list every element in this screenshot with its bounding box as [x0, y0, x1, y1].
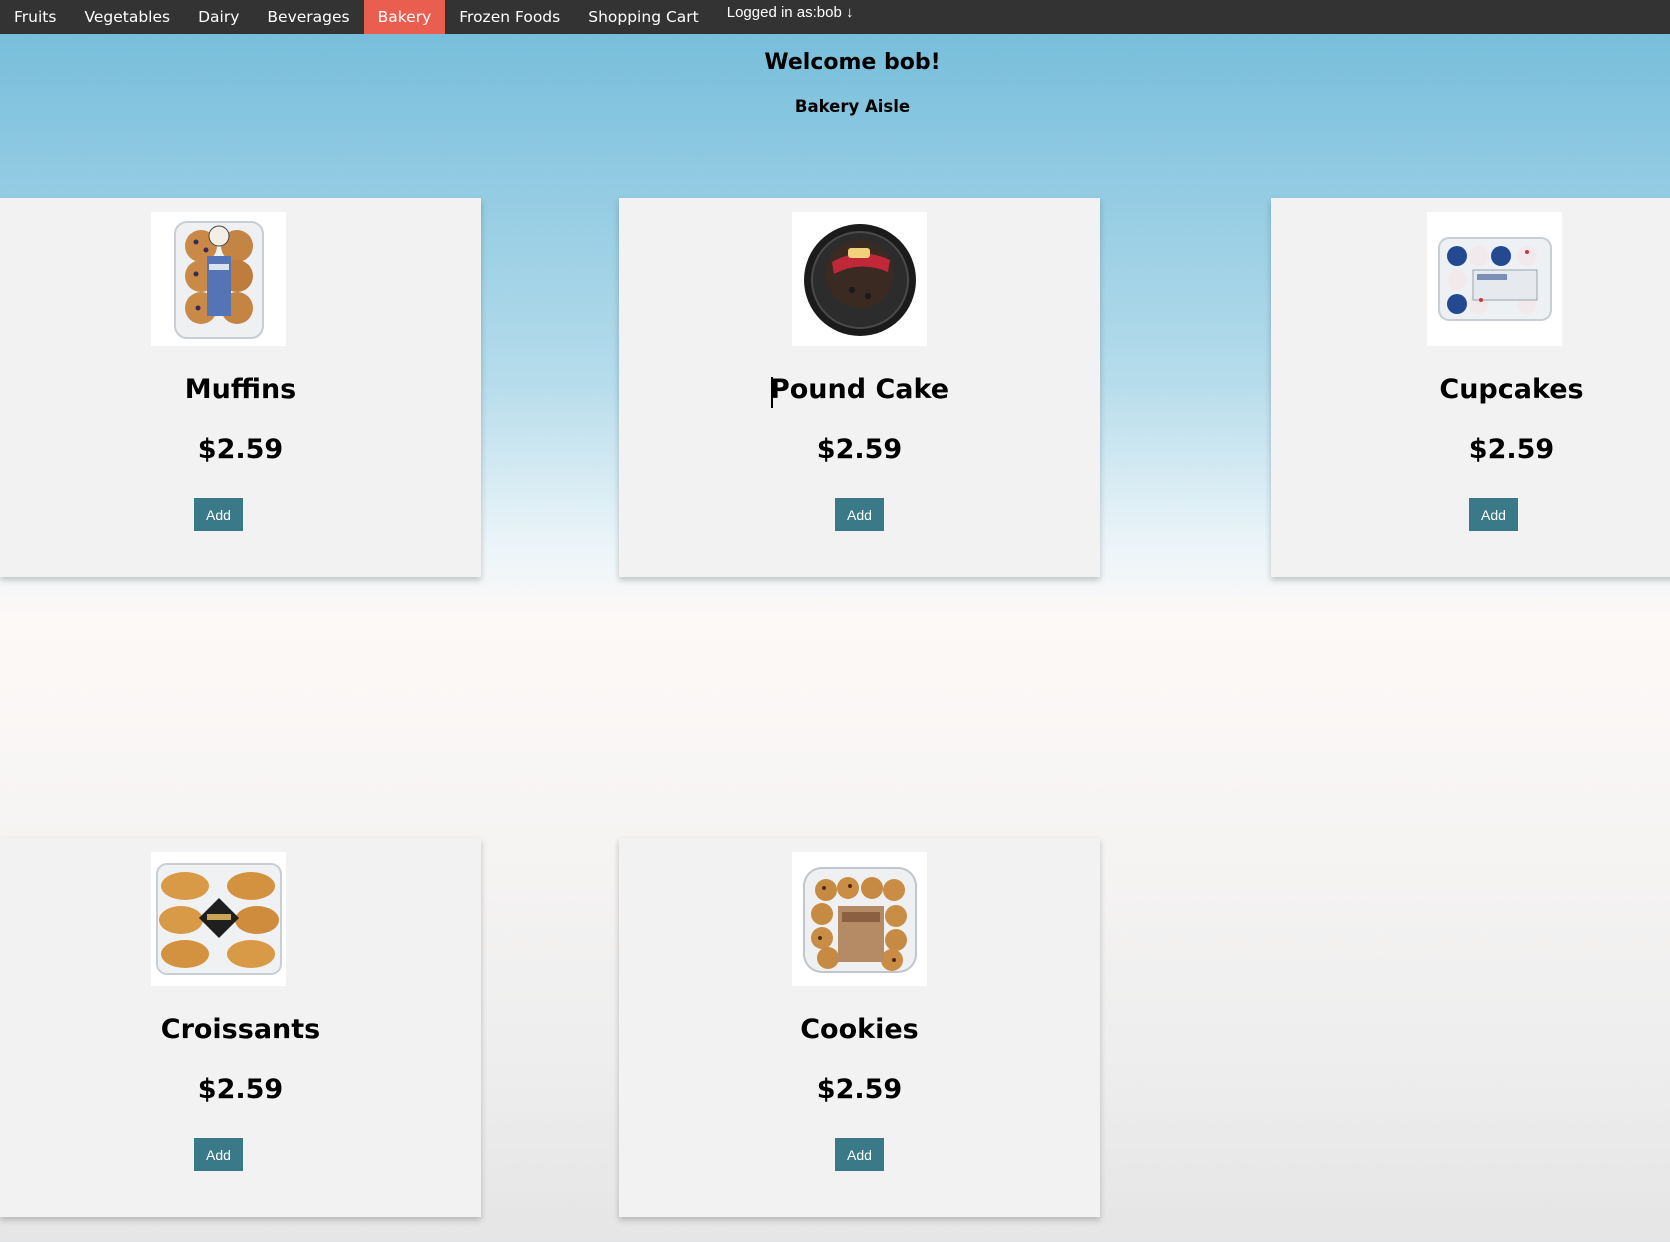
product-price: $2.59 — [197, 434, 284, 465]
product-card-croissants: Croissants $2.59 Add — [0, 838, 481, 1217]
product-name: Croissants — [160, 1014, 321, 1045]
product-price: $2.59 — [816, 1074, 903, 1105]
product-card-pound-cake: Pound Cake $2.59 Add — [619, 198, 1100, 577]
pound-cake-package-icon — [792, 212, 927, 346]
user-menu[interactable]: Logged in as:bob ↓ — [713, 0, 868, 34]
nav-fruits[interactable]: Fruits — [0, 0, 70, 34]
product-card-cookies: Cookies $2.59 Add — [619, 838, 1100, 1217]
nav-shopping-cart[interactable]: Shopping Cart — [574, 0, 713, 34]
add-cupcakes-button[interactable]: Add — [1469, 498, 1518, 531]
nav-bakery[interactable]: Bakery — [363, 0, 446, 34]
cookies-package-icon — [792, 852, 927, 986]
aisle-heading: Bakery Aisle — [794, 97, 911, 116]
product-card-muffins: Muffins $2.59 Add — [0, 198, 481, 577]
cupcakes-package-icon — [1427, 212, 1562, 346]
product-name: Muffins — [184, 374, 297, 405]
nav-frozen-foods[interactable]: Frozen Foods — [445, 0, 574, 34]
nav-vegetables[interactable]: Vegetables — [70, 0, 184, 34]
croissants-package-icon — [151, 852, 286, 986]
product-price: $2.59 — [816, 434, 903, 465]
product-name: Pound Cake — [769, 374, 950, 405]
nav-beverages[interactable]: Beverages — [253, 0, 363, 34]
top-navbar: Fruits Vegetables Dairy Beverages Bakery… — [0, 0, 1670, 34]
product-name: Cupcakes — [1439, 374, 1584, 405]
add-cookies-button[interactable]: Add — [835, 1138, 884, 1171]
product-card-cupcakes: Cupcakes $2.59 Add — [1271, 198, 1670, 577]
add-pound-cake-button[interactable]: Add — [835, 498, 884, 531]
muffins-package-icon — [151, 212, 286, 346]
welcome-heading: Welcome bob! — [764, 50, 941, 75]
add-croissants-button[interactable]: Add — [194, 1138, 243, 1171]
product-price: $2.59 — [197, 1074, 284, 1105]
product-name: Cookies — [800, 1014, 919, 1045]
nav-dairy[interactable]: Dairy — [184, 0, 253, 34]
product-price: $2.59 — [1468, 434, 1555, 465]
add-muffins-button[interactable]: Add — [194, 498, 243, 531]
